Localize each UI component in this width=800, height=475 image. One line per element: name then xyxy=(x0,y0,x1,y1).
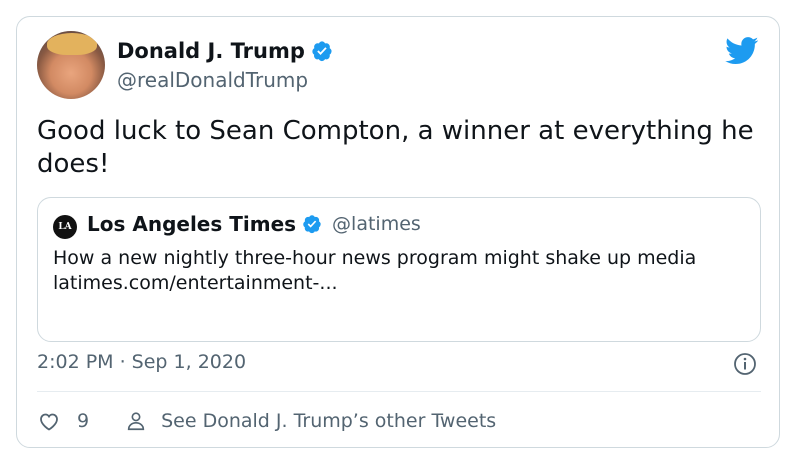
verified-badge-icon xyxy=(303,215,321,234)
verified-badge-icon xyxy=(312,41,332,62)
quoted-author-handle: @latimes xyxy=(332,213,421,235)
quoted-headline: How a new nightly three-hour news progra… xyxy=(53,247,697,269)
quoted-link[interactable]: latimes.com/entertainment-... xyxy=(53,271,743,296)
info-icon[interactable] xyxy=(733,352,757,376)
tweet-card: Donald J. Trump @realDonaldTrump Good lu… xyxy=(16,16,780,448)
latimes-logo: LA Times xyxy=(53,215,83,256)
author-handle[interactable]: @realDonaldTrump xyxy=(117,68,308,92)
person-icon[interactable] xyxy=(125,410,147,432)
see-other-tweets-link[interactable]: See Donald J. Trump’s other Tweets xyxy=(161,410,496,432)
avatar[interactable] xyxy=(37,31,105,99)
tweet-text: Good luck to Sean Compton, a winner at e… xyxy=(37,116,754,179)
divider xyxy=(37,391,761,392)
quoted-tweet[interactable]: LA Times Los Angeles Times @latimes How … xyxy=(37,197,761,342)
quoted-author-row: Los Angeles Times @latimes xyxy=(87,212,421,236)
author-name-row: Donald J. Trump xyxy=(117,39,333,63)
heart-icon[interactable] xyxy=(37,409,61,433)
twitter-bird-icon[interactable] xyxy=(725,37,759,65)
quoted-tweet-text: How a new nightly three-hour news progra… xyxy=(53,246,743,296)
quoted-author-name: Los Angeles Times xyxy=(87,212,297,236)
author-name[interactable]: Donald J. Trump xyxy=(117,39,305,63)
avatar-hair xyxy=(47,33,97,55)
like-count: 9 xyxy=(77,410,90,432)
tweet-actions: 9 See Donald J. Trump’s other Tweets xyxy=(37,409,496,433)
tweet-timestamp[interactable]: 2:02 PM · Sep 1, 2020 xyxy=(37,351,246,373)
